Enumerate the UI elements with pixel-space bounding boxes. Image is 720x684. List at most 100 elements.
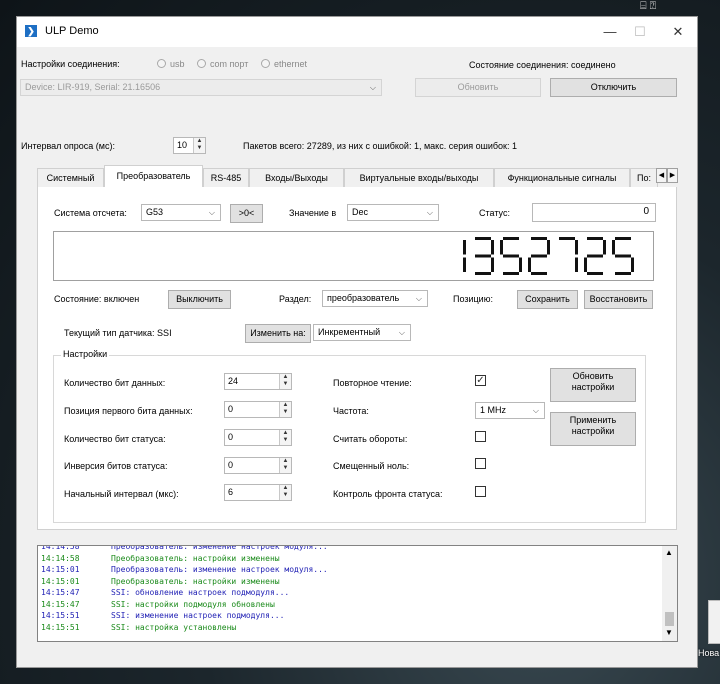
segment-b xyxy=(491,240,494,255)
packet-stats: Пакетов всего: 27289, из них с ошибкой: … xyxy=(243,141,517,151)
section-value: преобразователь xyxy=(327,293,400,303)
log-scrollbar[interactable]: ▲ ▼ xyxy=(662,546,677,641)
stepper-arrows-icon[interactable]: ▲ ▼ xyxy=(279,485,291,500)
scroll-up-icon[interactable]: ▲ xyxy=(665,548,673,557)
app-window: ❯ ULP Demo — ☐ ✕ Настройки соединения: u… xyxy=(16,16,698,668)
segment-f xyxy=(500,240,503,255)
log-entry: 14:15:01 Преобразователь: изменение настр… xyxy=(41,565,328,574)
stepper-arrows-icon[interactable]: ▲ ▼ xyxy=(193,138,205,153)
radio-usb[interactable] xyxy=(157,59,166,68)
save-button[interactable]: Сохранить xyxy=(517,290,578,309)
segment-a xyxy=(503,237,519,240)
tab-scroll-left-icon[interactable]: ◀ xyxy=(656,168,667,183)
close-button[interactable]: ✕ xyxy=(663,21,693,43)
minimize-button[interactable]: — xyxy=(595,21,625,43)
stepper-arrows-icon[interactable]: ▲ ▼ xyxy=(279,458,291,473)
change-to-button[interactable]: Изменить на: xyxy=(245,324,311,343)
disable-button[interactable]: Выключить xyxy=(168,290,231,309)
repeat-read-label: Повторное чтение: xyxy=(333,378,412,388)
segment-g xyxy=(531,254,547,258)
segment-a xyxy=(475,237,491,240)
desktop-icon-label: Нова xyxy=(698,648,720,658)
count-turns-checkbox[interactable] xyxy=(475,431,486,442)
log-message: Преобразователь: изменение настроек моду… xyxy=(111,565,328,574)
scroll-thumb[interactable] xyxy=(665,612,674,626)
scroll-down-icon[interactable]: ▼ xyxy=(665,628,673,637)
data-bits-value: 24 xyxy=(228,376,239,386)
segment-a xyxy=(587,237,603,240)
status-edge-label: Контроль фронта статуса: xyxy=(333,489,443,499)
first-bit-stepper[interactable]: 0 ▲ ▼ xyxy=(224,401,292,418)
initial-interval-label: Начальный интервал (мкс): xyxy=(64,489,179,499)
radio-ethernet[interactable] xyxy=(261,59,270,68)
initial-interval-stepper[interactable]: 6 ▲ ▼ xyxy=(224,484,292,501)
app-logo-icon: ❯ xyxy=(25,25,37,37)
desktop-file-icon[interactable] xyxy=(708,600,720,644)
seven-segment-readout xyxy=(463,237,634,275)
tab-rs485[interactable]: RS-485 xyxy=(203,168,249,187)
stepper-arrows-icon[interactable]: ▲ ▼ xyxy=(279,402,291,417)
log-time: 14:15:47 xyxy=(41,599,80,609)
value-format-select[interactable]: Dec ⌵ xyxy=(347,204,439,221)
stepper-arrows-icon[interactable]: ▲ ▼ xyxy=(279,430,291,445)
log-time: 14:15:51 xyxy=(41,622,80,632)
position-label: Позицию: xyxy=(453,294,493,304)
sensor-type-select[interactable]: Инкрементный ⌵ xyxy=(313,324,411,341)
tab-functional-signals[interactable]: Функциональные сигналы xyxy=(494,168,630,187)
log-entry: 14:15:51 SSI: настройка установлены xyxy=(41,623,236,632)
maximize-button[interactable]: ☐ xyxy=(625,21,655,43)
segment-a xyxy=(559,237,575,240)
segment-b xyxy=(603,240,606,255)
event-log[interactable]: 14:14:58 Преобразователь: изменение настр… xyxy=(37,545,678,642)
sensor-type-label: Текущий тип датчика: SSI xyxy=(64,328,172,338)
chevron-down-icon: ⌵ xyxy=(415,294,422,303)
status-inversion-value: 0 xyxy=(228,460,234,470)
ref-system-select[interactable]: G53 ⌵ xyxy=(141,204,221,221)
tab-system[interactable]: Системный xyxy=(37,168,104,187)
offset-zero-checkbox[interactable] xyxy=(475,458,486,469)
status-inversion-stepper[interactable]: 0 ▲ ▼ xyxy=(224,457,292,474)
update-settings-button[interactable]: Обновить настройки xyxy=(550,368,636,402)
tab-converter[interactable]: Преобразователь xyxy=(104,165,203,188)
tab-scroll-right-icon[interactable]: ▶ xyxy=(667,168,678,183)
digit-5 xyxy=(500,237,522,275)
tab-virtual-io[interactable]: Виртуальные входы/выходы xyxy=(344,168,494,187)
digit-7 xyxy=(559,237,578,272)
status-bits-stepper[interactable]: 0 ▲ ▼ xyxy=(224,429,292,446)
chevron-down-icon: ⌵ xyxy=(532,406,539,415)
log-time: 14:15:01 xyxy=(41,565,80,574)
device-select[interactable]: Device: LIR-919, Serial: 21.16506 ⌵ xyxy=(20,79,382,96)
refresh-button[interactable]: Обновить xyxy=(415,78,541,97)
status-edge-checkbox[interactable] xyxy=(475,486,486,497)
radio-com-port[interactable] xyxy=(197,59,206,68)
disconnect-button[interactable]: Отключить xyxy=(550,78,677,97)
initial-interval-value: 6 xyxy=(228,487,234,497)
segment-c xyxy=(519,257,522,272)
poll-interval-stepper[interactable]: 10 ▲ ▼ xyxy=(173,137,206,154)
stepper-arrows-icon[interactable]: ▲ ▼ xyxy=(279,374,291,389)
first-bit-value: 0 xyxy=(228,404,234,414)
digit-2 xyxy=(528,237,550,275)
frequency-select[interactable]: 1 MHz ⌵ xyxy=(475,402,545,419)
log-message: Преобразователь: изменение настроек моду… xyxy=(111,545,328,551)
tray-icons[interactable]: ⌸ ⍰ xyxy=(640,0,680,14)
ref-system-value: G53 xyxy=(146,207,164,217)
position-display xyxy=(53,231,654,281)
status-value: 0 xyxy=(643,206,649,217)
tab-more[interactable]: По: xyxy=(630,168,658,187)
log-entry: 14:14:58 Преобразователь: изменение настр… xyxy=(41,545,328,551)
poll-interval-value: 10 xyxy=(177,140,188,150)
radio-usb-label: usb xyxy=(170,59,185,69)
segment-c xyxy=(575,257,578,272)
segment-e xyxy=(584,257,587,272)
restore-button[interactable]: Восстановить xyxy=(584,290,653,309)
repeat-read-checkbox[interactable]: ✓ xyxy=(475,375,486,386)
log-message: SSI: настройка установлены xyxy=(111,622,237,632)
tab-io[interactable]: Входы/Выходы xyxy=(249,168,344,187)
segment-f xyxy=(612,240,615,255)
data-bits-stepper[interactable]: 24 ▲ ▼ xyxy=(224,373,292,390)
segment-b xyxy=(575,240,578,255)
zero-button[interactable]: >0< xyxy=(230,204,263,223)
apply-settings-button[interactable]: Применить настройки xyxy=(550,412,636,446)
section-select[interactable]: преобразователь ⌵ xyxy=(322,290,428,307)
